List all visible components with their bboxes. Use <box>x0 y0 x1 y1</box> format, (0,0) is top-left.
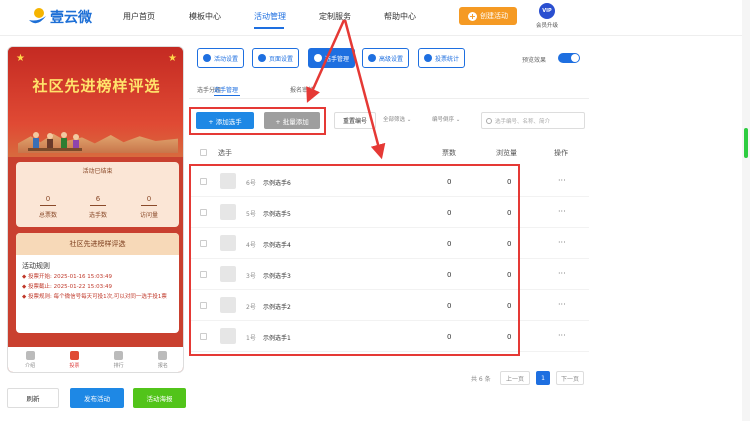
logo-text: 壹云微 <box>50 10 92 26</box>
document-icon <box>25 351 35 360</box>
nav-home[interactable]: 用户首页 <box>123 11 155 22</box>
stat-visits: 0 访问量 <box>124 186 174 219</box>
batch-add-button[interactable]: + 批量添加 <box>264 112 320 129</box>
sliders-icon <box>368 54 376 62</box>
users-icon <box>314 54 322 62</box>
subtab-underline <box>214 95 240 96</box>
scrollbar[interactable] <box>742 0 750 421</box>
tab-contestant-manage[interactable]: 选手管理 <box>308 48 356 68</box>
logo[interactable]: 壹云微 <box>26 6 92 28</box>
publish-button[interactable]: 发布活动 <box>70 388 124 408</box>
add-contestant-button[interactable]: + 添加选手 <box>196 112 254 129</box>
stat-value: 0 <box>39 195 57 206</box>
preview-tab-signup[interactable]: 报名 <box>141 347 183 372</box>
user-icon <box>158 351 168 360</box>
logo-mark-icon <box>26 6 48 28</box>
col-contestant: 选手 <box>218 149 232 157</box>
prev-page-button[interactable]: 上一页 <box>500 371 530 385</box>
vip-label: 会员升级 <box>535 23 558 29</box>
home-icon <box>69 351 79 360</box>
vip-upgrade[interactable]: VIP 会员升级 <box>531 3 563 29</box>
stat-label: 选手数 <box>88 212 107 219</box>
preview-toggle[interactable] <box>558 53 580 63</box>
table-header: 选手 票数 浏览量 操作 <box>189 142 589 162</box>
stat-label: 访问量 <box>139 212 158 219</box>
rule-item: ◆ 投票截止: 2025-01-22 15:03:49 <box>22 284 112 290</box>
tab-page-settings[interactable]: 页面设置 <box>252 48 300 68</box>
preview-tabbar: 介绍 投票 排行 报名 <box>8 347 183 372</box>
subtab-contestants[interactable]: 选手管理 <box>214 85 238 94</box>
gear-icon <box>203 54 211 62</box>
col-votes: 票数 <box>442 149 456 157</box>
select-all-checkbox[interactable] <box>200 149 207 156</box>
nav-custom-service[interactable]: 定制服务 <box>319 11 351 22</box>
chevron-down-icon: ⌄ <box>406 117 412 123</box>
stat-contestants: 6 选手数 <box>73 186 123 219</box>
sort-select[interactable]: 编号倒序 ⌄ <box>432 115 460 123</box>
stat-total-votes: 0 总票数 <box>23 186 73 219</box>
tab-advanced-settings[interactable]: 高级设置 <box>362 48 410 68</box>
stat-label: 总票数 <box>38 212 57 219</box>
chevron-down-icon: ⌄ <box>455 117 461 123</box>
plus-icon: + <box>468 11 477 21</box>
preview-tab-rank[interactable]: 排行 <box>97 347 141 372</box>
banner-title: 社区先进榜样评选 <box>32 77 161 95</box>
preview-banner: ★ ★ 社区先进榜样评选 <box>8 47 183 157</box>
divider <box>189 98 589 99</box>
more-icon: ··· <box>558 331 566 340</box>
pager-total: 共 6 条 <box>471 376 491 383</box>
star-icon: ★ <box>16 53 25 64</box>
activity-status: 活动已结束 <box>82 168 113 175</box>
filter-all-select[interactable]: 全部筛选 ⌄ <box>383 115 411 123</box>
more-icon: ··· <box>558 300 566 309</box>
more-icon: ··· <box>558 176 566 185</box>
chart-icon <box>424 54 432 62</box>
search-icon <box>486 117 492 124</box>
col-views: 浏览量 <box>496 149 517 157</box>
rules-heading: 活动规则 <box>22 262 50 270</box>
star-icon: ★ <box>168 53 177 64</box>
rules-card: 社区先进榜样评选 活动规则 ◆ 投票开始: 2025-01-16 15:03:4… <box>16 233 179 333</box>
poster-button[interactable]: 活动海报 <box>133 388 186 408</box>
stat-value: 6 <box>89 195 107 206</box>
create-activity-button[interactable]: + 创建活动 <box>459 7 517 25</box>
table-highlight <box>189 164 520 356</box>
search-input[interactable]: 选手编号、名称、简介 <box>481 112 585 129</box>
more-icon: ··· <box>558 207 566 216</box>
stat-value: 0 <box>140 195 158 206</box>
preview-tab-vote[interactable]: 投票 <box>52 347 96 372</box>
page-1-button[interactable]: 1 <box>536 371 550 385</box>
mobile-preview: ★ ★ 社区先进榜样评选 活动已结束 0 总票数 6 选手数 0 访问量 社区先… <box>7 46 184 373</box>
more-icon: ··· <box>558 269 566 278</box>
col-actions: 操作 <box>554 149 568 157</box>
people-illustration-icon <box>28 132 82 151</box>
preview-tab-intro[interactable]: 介绍 <box>8 347 52 372</box>
refresh-button[interactable]: 刷新 <box>7 388 59 408</box>
nav-templates[interactable]: 模板中心 <box>189 11 221 22</box>
preview-toggle-label: 预览效果 <box>522 57 547 64</box>
crown-icon <box>114 351 124 360</box>
tab-activity-settings[interactable]: 活动设置 <box>197 48 245 68</box>
subtab-review[interactable]: 报名审核 <box>290 85 314 94</box>
rules-card-title: 社区先进榜样评选 <box>16 233 179 255</box>
next-page-button[interactable]: 下一页 <box>556 371 584 385</box>
vip-icon: VIP <box>539 3 555 19</box>
tab-vote-stats[interactable]: 投票统计 <box>418 48 466 68</box>
more-icon: ··· <box>558 238 566 247</box>
top-header: 壹云微 用户首页 模板中心 活动管理 定制服务 帮助中心 + 创建活动 VIP … <box>0 0 750 36</box>
nav-active-underline <box>254 27 284 29</box>
rule-item: ◆ 投票开始: 2025-01-16 15:03:49 <box>22 274 112 280</box>
gear-icon <box>258 54 266 62</box>
stats-card: 活动已结束 0 总票数 6 选手数 0 访问量 <box>16 162 179 227</box>
reset-number-button[interactable]: 重置编号 <box>334 112 376 129</box>
nav-help[interactable]: 帮助中心 <box>384 11 416 22</box>
rule-item: ◆ 投票规则: 每个微信号每天可投1次,可以对同一选手投1票 <box>22 294 167 300</box>
create-activity-label: 创建活动 <box>480 12 508 20</box>
nav-activity-manage[interactable]: 活动管理 <box>254 11 286 22</box>
